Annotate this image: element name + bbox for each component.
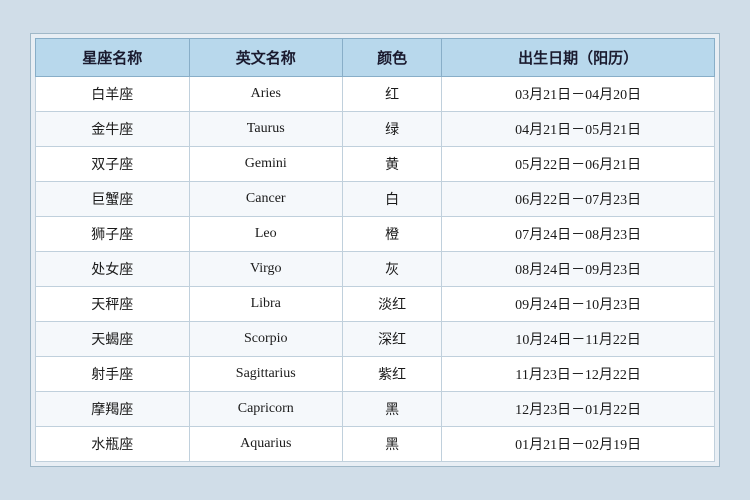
cell-r2-c1: Gemini [189, 147, 343, 182]
table-row: 天蝎座Scorpio深红10月24日－11月22日 [36, 322, 715, 357]
table-row: 狮子座Leo橙07月24日－08月23日 [36, 217, 715, 252]
col-header-english-name: 英文名称 [189, 39, 343, 77]
zodiac-table-container: 星座名称 英文名称 颜色 出生日期（阳历） 白羊座Aries红03月21日－04… [30, 33, 720, 467]
cell-r8-c2: 紫红 [343, 357, 442, 392]
cell-r10-c2: 黑 [343, 427, 442, 462]
table-row: 摩羯座Capricorn黑12月23日－01月22日 [36, 392, 715, 427]
cell-r9-c2: 黑 [343, 392, 442, 427]
cell-r6-c3: 09月24日－10月23日 [442, 287, 715, 322]
cell-r3-c0: 巨蟹座 [36, 182, 190, 217]
cell-r8-c3: 11月23日－12月22日 [442, 357, 715, 392]
cell-r7-c1: Scorpio [189, 322, 343, 357]
cell-r0-c0: 白羊座 [36, 77, 190, 112]
cell-r1-c2: 绿 [343, 112, 442, 147]
cell-r4-c3: 07月24日－08月23日 [442, 217, 715, 252]
table-row: 金牛座Taurus绿04月21日－05月21日 [36, 112, 715, 147]
cell-r7-c3: 10月24日－11月22日 [442, 322, 715, 357]
col-header-birthdate: 出生日期（阳历） [442, 39, 715, 77]
cell-r6-c1: Libra [189, 287, 343, 322]
table-row: 射手座Sagittarius紫红11月23日－12月22日 [36, 357, 715, 392]
cell-r2-c0: 双子座 [36, 147, 190, 182]
cell-r6-c0: 天秤座 [36, 287, 190, 322]
table-body: 白羊座Aries红03月21日－04月20日金牛座Taurus绿04月21日－0… [36, 77, 715, 462]
cell-r6-c2: 淡红 [343, 287, 442, 322]
cell-r4-c2: 橙 [343, 217, 442, 252]
cell-r1-c0: 金牛座 [36, 112, 190, 147]
cell-r5-c0: 处女座 [36, 252, 190, 287]
cell-r8-c0: 射手座 [36, 357, 190, 392]
cell-r4-c0: 狮子座 [36, 217, 190, 252]
cell-r9-c0: 摩羯座 [36, 392, 190, 427]
cell-r5-c2: 灰 [343, 252, 442, 287]
cell-r7-c2: 深红 [343, 322, 442, 357]
cell-r10-c0: 水瓶座 [36, 427, 190, 462]
table-row: 巨蟹座Cancer白06月22日－07月23日 [36, 182, 715, 217]
cell-r3-c3: 06月22日－07月23日 [442, 182, 715, 217]
cell-r5-c3: 08月24日－09月23日 [442, 252, 715, 287]
cell-r10-c3: 01月21日－02月19日 [442, 427, 715, 462]
cell-r9-c3: 12月23日－01月22日 [442, 392, 715, 427]
cell-r1-c3: 04月21日－05月21日 [442, 112, 715, 147]
cell-r2-c3: 05月22日－06月21日 [442, 147, 715, 182]
cell-r4-c1: Leo [189, 217, 343, 252]
table-row: 天秤座Libra淡红09月24日－10月23日 [36, 287, 715, 322]
table-row: 白羊座Aries红03月21日－04月20日 [36, 77, 715, 112]
cell-r7-c0: 天蝎座 [36, 322, 190, 357]
cell-r9-c1: Capricorn [189, 392, 343, 427]
cell-r3-c2: 白 [343, 182, 442, 217]
table-row: 双子座Gemini黄05月22日－06月21日 [36, 147, 715, 182]
cell-r8-c1: Sagittarius [189, 357, 343, 392]
cell-r0-c3: 03月21日－04月20日 [442, 77, 715, 112]
cell-r0-c2: 红 [343, 77, 442, 112]
table-row: 水瓶座Aquarius黑01月21日－02月19日 [36, 427, 715, 462]
cell-r3-c1: Cancer [189, 182, 343, 217]
zodiac-table: 星座名称 英文名称 颜色 出生日期（阳历） 白羊座Aries红03月21日－04… [35, 38, 715, 462]
cell-r2-c2: 黄 [343, 147, 442, 182]
col-header-chinese-name: 星座名称 [36, 39, 190, 77]
col-header-color: 颜色 [343, 39, 442, 77]
table-row: 处女座Virgo灰08月24日－09月23日 [36, 252, 715, 287]
cell-r10-c1: Aquarius [189, 427, 343, 462]
cell-r5-c1: Virgo [189, 252, 343, 287]
cell-r0-c1: Aries [189, 77, 343, 112]
table-header-row: 星座名称 英文名称 颜色 出生日期（阳历） [36, 39, 715, 77]
cell-r1-c1: Taurus [189, 112, 343, 147]
